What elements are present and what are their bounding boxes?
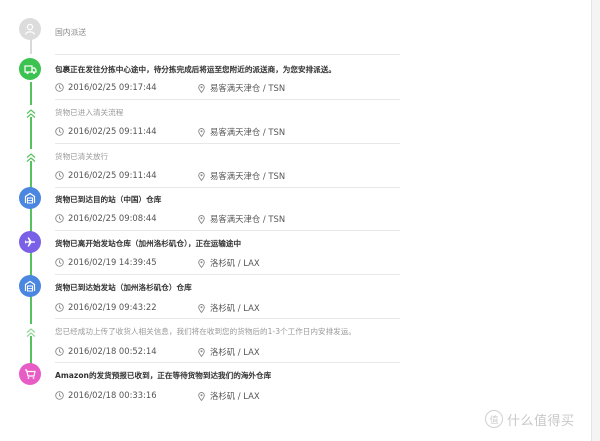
location-pin-icon <box>198 172 205 181</box>
chevron-up-icon <box>24 149 38 162</box>
watermark-text: 什么值得买 <box>507 413 575 429</box>
cart-icon <box>19 363 41 385</box>
tracking-card: 国内派送 包裹正在发往分拣中心途中，待分拣完成后将运至您附近的派送商，为您安排派… <box>0 0 592 441</box>
separator <box>55 230 400 231</box>
event-time: 2016/02/18 00:52:14 <box>68 346 157 356</box>
clock-icon <box>55 83 64 92</box>
event-meta: 2016/02/18 00:33:16 洛杉矶 / LAX <box>55 390 400 408</box>
location-pin-icon <box>198 259 205 268</box>
clock-icon <box>55 347 64 356</box>
person-icon <box>19 18 41 40</box>
location-pin-icon <box>198 304 205 313</box>
event-title: 货物已离开始发站仓库（加州洛杉矶仓），正在运输途中 <box>55 239 242 248</box>
separator <box>55 143 400 144</box>
event-title: Amazon的发货预报已收到，正在等待货物到达我们的海外仓库 <box>55 371 272 380</box>
event-location: 洛杉矶 / LAX <box>210 347 260 357</box>
event-time: 2016/02/25 09:08:44 <box>68 213 157 223</box>
separator <box>55 274 400 275</box>
warehouse-icon <box>19 187 41 209</box>
event-location: 洛杉矶 / LAX <box>210 391 260 401</box>
location-pin-icon <box>198 392 205 401</box>
clock-icon <box>55 171 64 180</box>
truck-icon <box>19 58 41 80</box>
clock-icon <box>55 214 64 223</box>
location-pin-icon <box>198 84 205 93</box>
separator <box>55 187 400 188</box>
separator <box>55 54 400 55</box>
event-location: 易客满天津仓 / TSN <box>210 127 286 137</box>
event-time: 2016/02/18 00:33:16 <box>68 390 157 400</box>
event-meta: 2016/02/25 09:11:44 易客满天津仓 / TSN <box>55 126 400 144</box>
event-location: 洛杉矶 / LAX <box>210 303 260 313</box>
separator <box>55 362 400 363</box>
chevron-up-icon <box>24 324 38 337</box>
event-location: 易客满天津仓 / TSN <box>210 83 286 93</box>
event-time: 2016/02/19 14:39:45 <box>68 257 157 267</box>
event-location: 易客满天津仓 / TSN <box>210 171 286 181</box>
warehouse-icon <box>19 275 41 297</box>
clock-icon <box>55 258 64 267</box>
timeline-rail-top <box>30 39 32 54</box>
stage-label: 国内派送 <box>55 28 87 37</box>
chevron-up-icon <box>24 105 38 118</box>
location-pin-icon <box>198 215 205 224</box>
event-time: 2016/02/25 09:17:44 <box>68 82 157 92</box>
event-location: 易客满天津仓 / TSN <box>210 214 286 224</box>
separator <box>55 99 400 100</box>
event-title: 包裹正在发往分拣中心途中，待分拣完成后将运至您附近的派送商，为您安排派送。 <box>55 65 336 74</box>
event-time: 2016/02/25 09:11:44 <box>68 170 157 180</box>
event-title: 货物已清关放行 <box>55 152 109 161</box>
clock-icon <box>55 127 64 136</box>
clock-icon <box>55 303 64 312</box>
watermark: 值 什么值得买 <box>485 408 590 430</box>
timeline-rail <box>30 82 32 365</box>
event-location: 洛杉矶 / LAX <box>210 258 260 268</box>
event-time: 2016/02/19 09:43:22 <box>68 302 157 312</box>
event-meta: 2016/02/25 09:11:44 易客满天津仓 / TSN <box>55 170 400 188</box>
location-pin-icon <box>198 128 205 137</box>
event-meta: 2016/02/25 09:08:44 易客满天津仓 / TSN <box>55 213 400 231</box>
clock-icon <box>55 391 64 400</box>
event-meta: 2016/02/25 09:17:44 易客满天津仓 / TSN <box>55 82 400 100</box>
watermark-badge: 值 <box>485 410 503 428</box>
event-title: 您已经成功上传了收货人相关信息，我们将在收到您的货物后的1-3个工作日内安排发运… <box>55 327 356 336</box>
separator <box>55 318 400 319</box>
event-time: 2016/02/25 09:11:44 <box>68 126 157 136</box>
event-meta: 2016/02/19 14:39:45 洛杉矶 / LAX <box>55 257 400 275</box>
event-title: 货物已到达始发站（加州洛杉矶仓）仓库 <box>55 283 192 292</box>
airplane-icon <box>19 231 41 253</box>
location-pin-icon <box>198 348 205 357</box>
event-title: 货物已进入清关流程 <box>55 108 124 117</box>
event-title: 货物已到达目的站（中国）仓库 <box>55 195 162 204</box>
